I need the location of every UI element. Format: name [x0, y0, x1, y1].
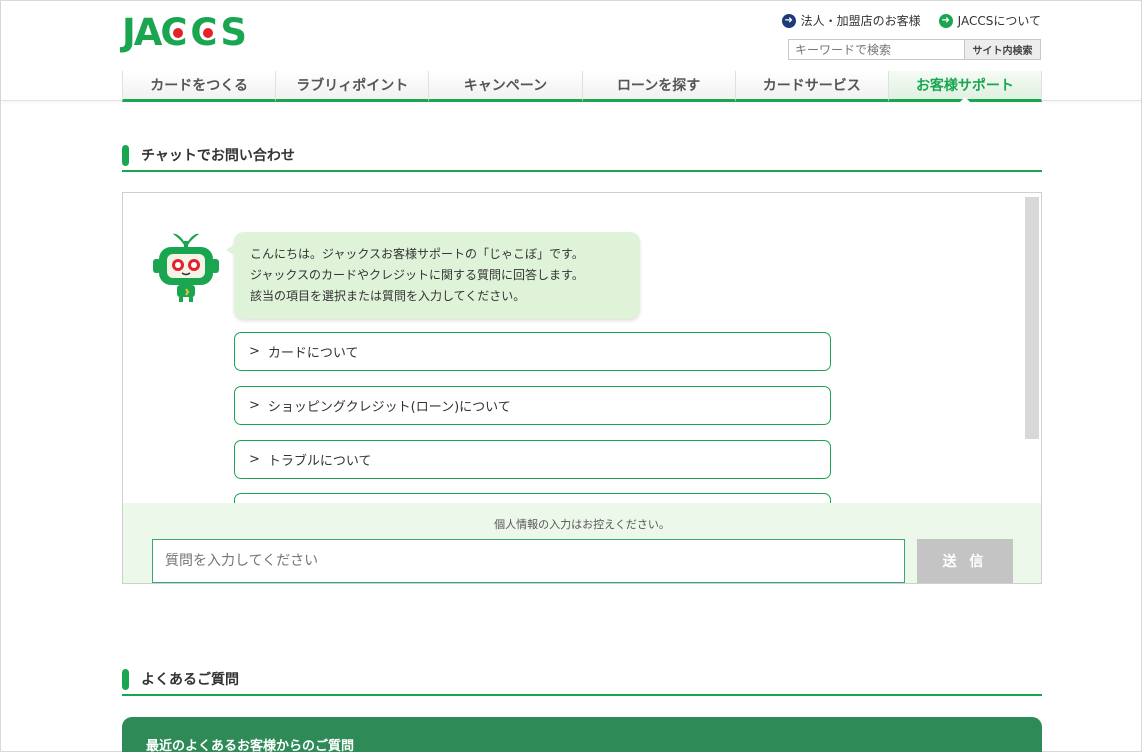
about-jaccs-link[interactable]: ➜ JACCSについて	[938, 12, 1041, 29]
chevron-right-icon: >	[249, 452, 260, 467]
nav-tab-make-card[interactable]: カードをつくる	[122, 71, 276, 102]
jacobo-robot-icon	[153, 233, 219, 302]
about-jaccs-link-label: JACCSについて	[957, 14, 1041, 28]
option-partially-hidden[interactable]	[234, 493, 831, 503]
logo-c-mark: C	[160, 14, 190, 51]
logo-text-right: S	[220, 11, 247, 54]
logo-text-left: JA	[122, 11, 162, 54]
nav-tab-campaign[interactable]: キャンペーン	[428, 71, 582, 102]
arrow-right-circle-icon: ➜	[781, 13, 796, 28]
global-nav: カードをつくる ラブリィポイント キャンペーン ローンを探す カードサービス お…	[122, 71, 1043, 102]
chat-section-title-text: チャットでお問い合わせ	[141, 148, 295, 164]
option-label: カードについて	[267, 346, 359, 361]
nav-tab-loan[interactable]: ローンを探す	[581, 71, 735, 102]
bot-message-line: ジャックスのカードやクレジットに関する質問に回答します。	[250, 268, 584, 282]
corporate-link[interactable]: ➜ 法人・加盟店のお客様	[781, 12, 921, 29]
send-button[interactable]: 送 信	[917, 539, 1013, 583]
privacy-notice: 個人情報の入力はお控えください。	[494, 518, 670, 531]
recent-faq-panel-title: 最近のよくあるお客様からのご質問	[146, 739, 355, 752]
jaccs-logo[interactable]: JA C C S	[122, 11, 247, 54]
corporate-link-label: 法人・加盟店のお客様	[800, 14, 921, 28]
chevron-right-icon: >	[249, 398, 260, 413]
search-input[interactable]	[789, 40, 964, 59]
nav-tab-card-service[interactable]: カードサービス	[734, 71, 888, 102]
nav-tab-lovely-point[interactable]: ラブリィポイント	[275, 71, 429, 102]
chat-scrollbar[interactable]	[1025, 197, 1039, 439]
chat-section-title: チャットでお問い合わせ	[122, 140, 1042, 172]
recent-faq-panel[interactable]: 最近のよくあるお客様からのご質問	[122, 717, 1042, 752]
bot-message-line: 該当の項目を選択または質問を入力してください。	[250, 289, 526, 303]
arrow-right-circle-icon: ➜	[938, 13, 953, 28]
bot-message-line: こんにちは。ジャックスお客様サポートの「じゃこぼ」です。	[250, 247, 584, 261]
chat-input-area: 個人情報の入力はお控えください。 送 信	[123, 503, 1041, 583]
logo-c-mark: C	[190, 14, 220, 51]
option-card[interactable]: > カードについて	[234, 332, 831, 371]
site-search: サイト内検索	[788, 39, 1041, 60]
question-input[interactable]	[152, 539, 905, 583]
option-label: トラブルについて	[267, 454, 372, 469]
search-button[interactable]: サイト内検索	[964, 40, 1040, 59]
faq-section-title-text: よくあるご質問	[141, 672, 239, 688]
option-trouble[interactable]: > トラブルについて	[234, 440, 831, 479]
nav-tab-customer-support[interactable]: お客様サポート	[887, 71, 1043, 102]
utility-links: ➜ 法人・加盟店のお客様 ➜ JACCSについて	[781, 12, 1041, 29]
chat-window: こんにちは。ジャックスお客様サポートの「じゃこぼ」です。 ジャックスのカードやク…	[122, 192, 1042, 584]
bot-message-bubble: こんにちは。ジャックスお客様サポートの「じゃこぼ」です。 ジャックスのカードやク…	[226, 232, 640, 319]
option-label: ショッピングクレジット(ローン)について	[267, 400, 511, 415]
chat-messages: こんにちは。ジャックスお客様サポートの「じゃこぼ」です。 ジャックスのカードやク…	[123, 193, 1041, 503]
faq-section-title: よくあるご質問	[122, 664, 1042, 696]
chevron-right-icon: >	[249, 344, 260, 359]
site-header: JA C C S ➜ 法人・加盟店のお客様 ➜ JACCSについて サイト内検索…	[1, 1, 1141, 102]
option-shopping-credit[interactable]: > ショッピングクレジット(ローン)について	[234, 386, 831, 425]
